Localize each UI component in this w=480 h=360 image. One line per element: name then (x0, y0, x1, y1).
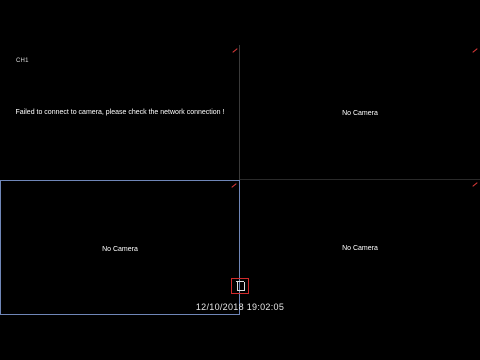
camera-pane-2[interactable]: No Camera (240, 45, 480, 180)
camera-pane-3-selected[interactable]: No Camera (0, 180, 240, 315)
pane-status-message: No Camera (342, 245, 378, 252)
camera-pane-1[interactable]: CH1 Failed to connect to camera, please … (0, 45, 240, 180)
delete-icon-bin (237, 282, 245, 291)
record-indicator-icon (232, 48, 237, 53)
camera-grid: CH1 Failed to connect to camera, please … (0, 45, 480, 315)
camera-pane-4[interactable]: No Camera (240, 180, 480, 315)
delete-icon[interactable] (231, 278, 249, 294)
record-indicator-icon (472, 48, 477, 53)
channel-label: CH1 (16, 58, 29, 64)
pane-status-message: No Camera (342, 110, 378, 117)
pane-status-message: No Camera (102, 246, 138, 253)
record-indicator-icon (231, 183, 236, 188)
pane-status-message: Failed to connect to camera, please chec… (15, 109, 225, 116)
record-indicator-icon (472, 182, 477, 187)
timestamp: 12/10/2018 19:02:05 (195, 302, 285, 312)
